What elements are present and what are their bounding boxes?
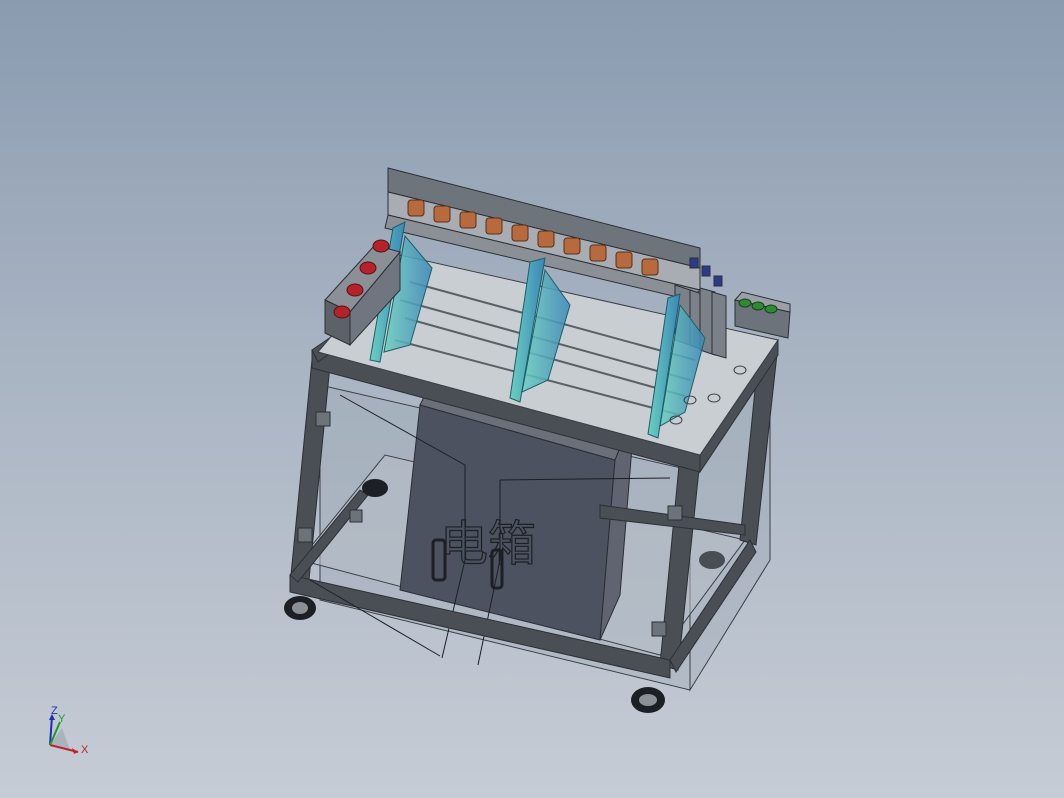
cad-viewport[interactable]: 电箱 X Y Z — [0, 0, 1064, 798]
y-axis-label: Y — [58, 713, 66, 725]
axis-triad — [49, 714, 79, 754]
cabinet-label: 电箱 — [440, 516, 536, 572]
z-axis-label: Z — [51, 705, 58, 717]
x-axis-label: X — [81, 744, 89, 756]
machine-model[interactable]: 电箱 — [0, 0, 1064, 798]
